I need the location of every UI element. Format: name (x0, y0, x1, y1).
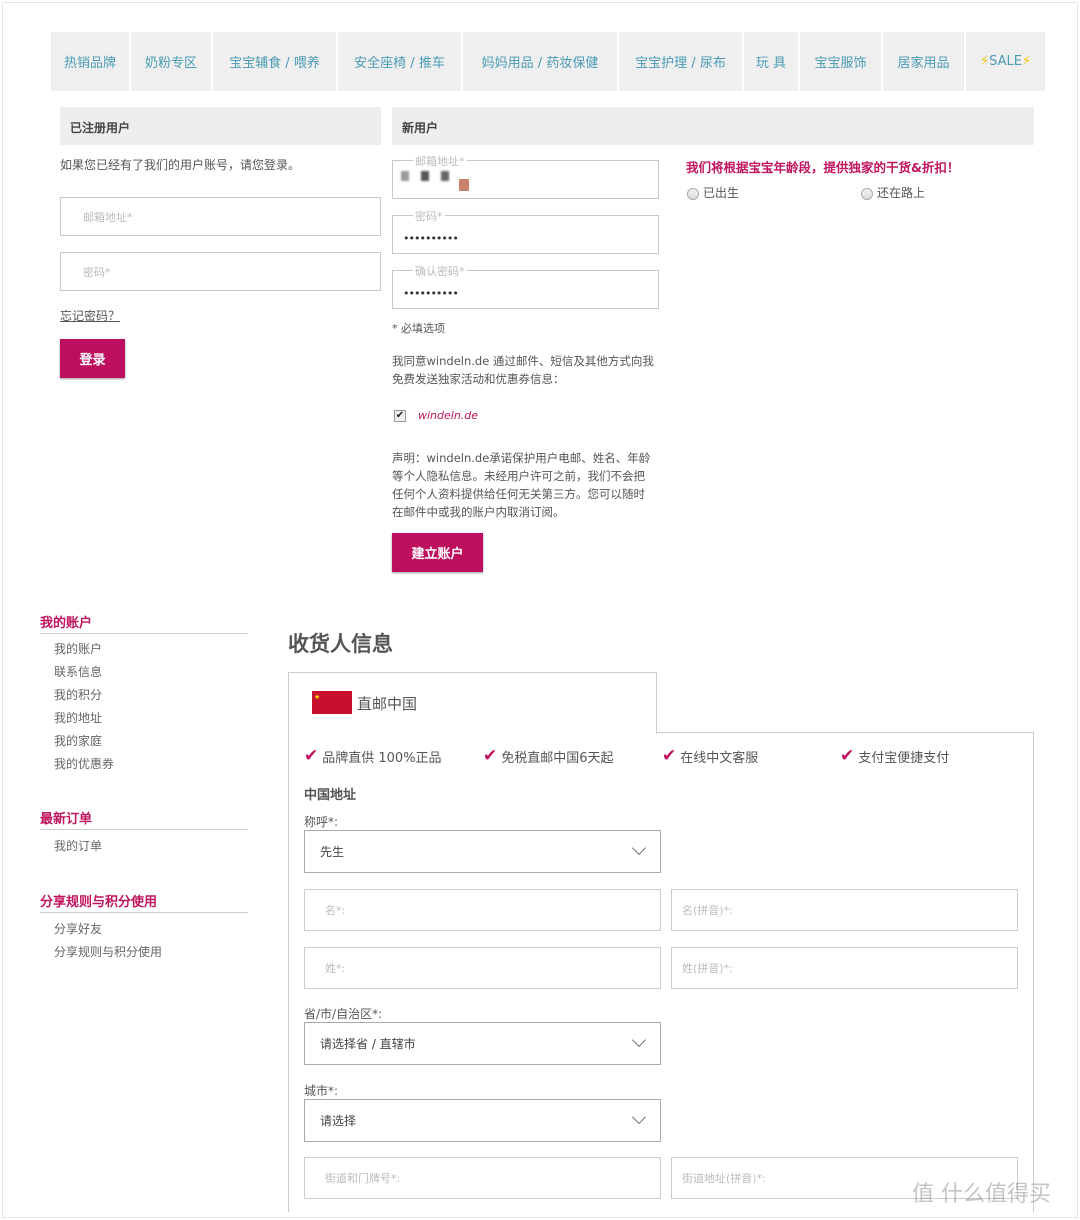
new-user-header: 新用户 (392, 107, 1034, 145)
login-intro: 如果您已经有了我们的用户账号，请您登录。 (60, 158, 301, 172)
sidebar-heading: 最新订单 (40, 808, 248, 830)
login-button[interactable]: 登录 (60, 339, 125, 378)
checkmark-icon: ✔ (304, 746, 319, 766)
feature-item: ✔ 免税直邮中国6天起 (483, 746, 614, 766)
nav-item[interactable]: 玩 具 (744, 32, 800, 91)
nav-item[interactable]: 安全座椅 / 推车 (338, 32, 463, 91)
street-input[interactable]: 街道和门牌号*: (304, 1157, 661, 1199)
feature-item: ✔ 品牌直供 100%正品 (304, 746, 442, 766)
city-select[interactable]: 请选择 (304, 1099, 661, 1142)
sidebar-item[interactable]: 我的积分 (54, 686, 102, 703)
section-title: 中国地址 (304, 788, 357, 803)
disclaimer: 任何个人资料提供给任何无关第三方。您可以随时 (392, 487, 645, 501)
last-name-pinyin-input[interactable]: 姓(拼音)*: (671, 947, 1018, 989)
agree-text: 免费发送独家活动和优惠券信息： (392, 372, 565, 386)
first-name-input[interactable]: 名*: (304, 889, 661, 931)
sidebar-item[interactable]: 我的订单 (54, 837, 102, 854)
sidebar-heading: 我的账户 (40, 612, 248, 634)
checkmark-icon: ✔ (662, 746, 677, 766)
sidebar-item[interactable]: 分享好友 (54, 920, 102, 937)
nav-item[interactable]: 宝宝辅食 / 喂养 (213, 32, 338, 91)
newsletter-checkbox[interactable]: ✔ (394, 410, 406, 422)
sidebar-heading: 分享规则与积分使用 (40, 891, 248, 913)
blurred-email (459, 179, 469, 191)
promo-text: 我们将根据宝宝年龄段，提供独家的干货&折扣！ (686, 160, 960, 175)
province-label: 省/市/自治区*: (304, 1007, 383, 1021)
page-title: 收货人信息 (288, 632, 393, 656)
lightning-icon: ⚡ (1021, 54, 1032, 69)
blurred-email (401, 171, 461, 181)
required-note: * 必填选项 (392, 322, 445, 335)
nav-item[interactable]: 宝宝服饰 (800, 32, 883, 91)
agree-text: 我同意windeln.de 通过邮件、短信及其他方式向我 (392, 354, 654, 368)
checkmark-icon: ✔ (840, 746, 855, 766)
city-label: 城市*: (304, 1084, 339, 1098)
sidebar-item[interactable]: 我的优惠券 (54, 755, 114, 772)
chevron-down-icon (631, 840, 647, 856)
sidebar-item[interactable]: 分享规则与积分使用 (54, 943, 162, 960)
disclaimer: 声明：windeln.de承诺保护用户电邮、姓名、年龄 (392, 451, 651, 465)
first-name-pinyin-input[interactable]: 名(拼音)*: (671, 889, 1018, 931)
tab-direct-china[interactable]: ★ 直邮中国 (288, 672, 657, 734)
salutation-label: 称呼*: (304, 815, 339, 829)
category-nav: 热销品牌 奶粉专区 宝宝辅食 / 喂养 安全座椅 / 推车 妈妈用品 / 药妆保… (51, 32, 1045, 91)
sidebar-item[interactable]: 我的账户 (54, 640, 102, 657)
disclaimer: 在邮件中或我的账户内取消订阅。 (392, 505, 565, 519)
login-password-input[interactable]: 密码* (60, 252, 381, 291)
checkmark-icon: ✔ (483, 746, 498, 766)
watermark: 值 什么值得买 (912, 1182, 1051, 1207)
feature-item: ✔ 在线中文客服 (662, 746, 759, 766)
chevron-down-icon (631, 1109, 647, 1125)
disclaimer: 等个人隐私信息。未经用户许可之前，我们不会把 (392, 469, 645, 483)
radio-icon[interactable] (861, 187, 873, 200)
radio-born[interactable]: 已出生 (687, 184, 739, 201)
registered-header: 已注册用户 (60, 107, 381, 145)
sidebar-item[interactable]: 我的家庭 (54, 732, 102, 749)
login-email-input[interactable]: 邮箱地址* (60, 197, 381, 236)
nav-item-sale[interactable]: ⚡ SALE ⚡ (966, 32, 1045, 91)
register-confirm-input[interactable]: 确认密码* •••••••••• (392, 263, 659, 309)
register-email-input[interactable]: 邮箱地址* (392, 153, 659, 199)
nav-item[interactable]: 宝宝护理 / 尿布 (619, 32, 744, 91)
province-select[interactable]: 请选择省 / 直辖市 (304, 1022, 661, 1065)
sidebar-item[interactable]: 联系信息 (54, 663, 102, 680)
sidebar-item[interactable]: 我的地址 (54, 709, 102, 726)
create-account-button[interactable]: 建立账户 (392, 533, 483, 572)
nav-item[interactable]: 妈妈用品 / 药妆保健 (463, 32, 619, 91)
tab-label: 直邮中国 (357, 695, 418, 713)
nav-item[interactable]: 居家用品 (883, 32, 966, 91)
lightning-icon: ⚡ (979, 54, 990, 69)
register-password-input[interactable]: 密码* •••••••••• (392, 208, 659, 254)
last-name-input[interactable]: 姓*: (304, 947, 661, 989)
radio-expecting[interactable]: 还在路上 (861, 184, 925, 201)
forgot-password-link[interactable]: 忘记密码？ (60, 307, 120, 324)
chevron-down-icon (631, 1032, 647, 1048)
nav-item[interactable]: 热销品牌 (51, 32, 131, 91)
salutation-select[interactable]: 先生 (304, 830, 661, 873)
feature-item: ✔ 支付宝便捷支付 (840, 746, 950, 766)
nav-item[interactable]: 奶粉专区 (131, 32, 213, 91)
windeln-logo: windeln.de (418, 409, 479, 422)
radio-icon[interactable] (687, 187, 699, 200)
china-flag-icon: ★ (312, 691, 352, 714)
